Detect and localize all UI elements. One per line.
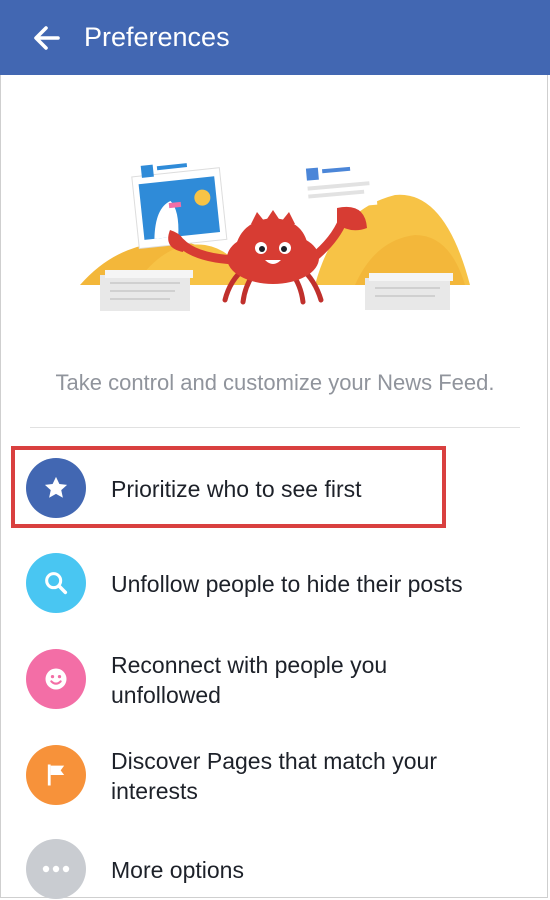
option-icon-circle bbox=[26, 553, 86, 613]
option-icon-circle bbox=[26, 458, 86, 518]
app-bar: Preferences bbox=[0, 0, 550, 75]
option-icon-circle bbox=[26, 839, 86, 899]
option-label: Discover Pages that match your interests bbox=[111, 746, 437, 806]
option-unfollow-people[interactable]: Unfollow people to hide their posts bbox=[0, 552, 550, 614]
option-icon-circle bbox=[26, 649, 86, 709]
option-label: More options bbox=[111, 857, 244, 883]
option-label: Unfollow people to hide their posts bbox=[111, 571, 463, 597]
intro-text: Take control and customize your News Fee… bbox=[55, 370, 495, 395]
option-prioritize-who-to-see-first[interactable]: Prioritize who to see first bbox=[0, 457, 550, 519]
option-label-line-1: Reconnect with people you bbox=[111, 652, 388, 678]
option-label-line-2: interests bbox=[111, 778, 198, 804]
back-button[interactable] bbox=[24, 16, 68, 60]
option-discover-pages[interactable]: Discover Pages that match your interests bbox=[0, 744, 550, 806]
option-label-line-1: Discover Pages that match your bbox=[111, 748, 437, 774]
divider bbox=[30, 427, 520, 428]
search-icon bbox=[45, 572, 68, 595]
option-more-options[interactable]: More options bbox=[0, 838, 550, 900]
page-title: Preferences bbox=[84, 22, 230, 52]
option-label: Prioritize who to see first bbox=[111, 476, 362, 502]
option-label-line-2: unfollowed bbox=[111, 682, 221, 708]
option-reconnect[interactable]: Reconnect with people you unfollowed bbox=[0, 648, 550, 710]
more-icon bbox=[42, 865, 70, 873]
arrow-left-icon bbox=[34, 25, 60, 50]
option-label: Reconnect with people you unfollowed bbox=[111, 650, 387, 710]
smiley-icon bbox=[45, 668, 67, 690]
flag-icon bbox=[47, 764, 65, 786]
star-icon bbox=[44, 476, 68, 498]
option-icon-circle bbox=[26, 745, 86, 805]
crab-illustration bbox=[75, 150, 475, 320]
